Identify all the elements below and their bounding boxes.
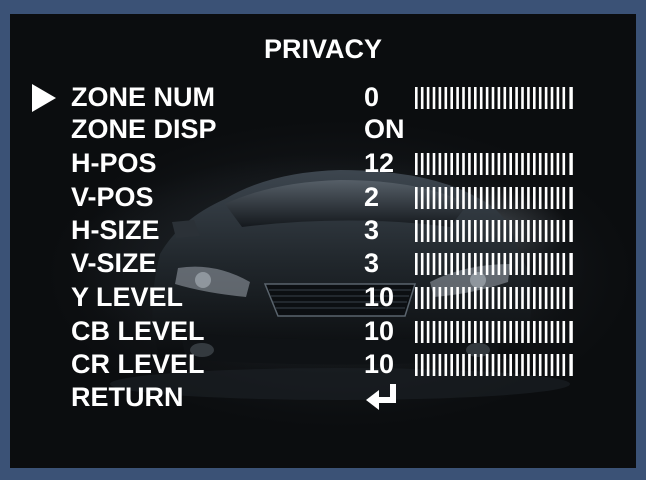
level-bar: [415, 321, 573, 343]
level-bar: [415, 220, 573, 242]
menu-item-value: 10: [364, 282, 395, 312]
menu-item-value: 10: [364, 349, 395, 379]
menu-item-label: H-POS: [71, 148, 157, 178]
menu-title: PRIVACY: [263, 34, 383, 64]
menu-item-label: Y LEVEL: [71, 282, 184, 312]
menu-item-value: 2: [364, 182, 380, 212]
menu-item-zone-disp[interactable]: ZONE DISP ON: [10, 112, 636, 146]
menu-item-label: ZONE DISP: [71, 114, 217, 144]
menu-item-value: 0: [364, 82, 380, 112]
right-triangle-cursor-icon: [32, 84, 56, 112]
menu-item-value: 3: [364, 248, 380, 278]
level-bar: [415, 187, 573, 209]
level-bar: [415, 153, 573, 175]
level-bar: [415, 354, 573, 376]
menu-item-value: ON: [364, 114, 405, 144]
menu-item-return[interactable]: RETURN: [10, 380, 636, 414]
menu-item-label: H-SIZE: [71, 215, 160, 245]
enter-return-icon: [366, 384, 396, 410]
menu-item-v-size[interactable]: V-SIZE 3: [10, 246, 636, 280]
level-bar: [415, 253, 573, 275]
menu-item-cb-level[interactable]: CB LEVEL 10: [10, 314, 636, 348]
menu-item-label: RETURN: [71, 382, 184, 412]
menu-item-value: 3: [364, 215, 380, 245]
menu-item-label: V-POS: [71, 182, 154, 212]
menu-item-label: CR LEVEL: [71, 349, 205, 379]
menu-item-v-pos[interactable]: V-POS 2: [10, 180, 636, 214]
osd-screen: PRIVACY ZONE NUM 0 ZONE DISP ON H-POS 12…: [10, 14, 636, 468]
menu-item-y-level[interactable]: Y LEVEL 10: [10, 280, 636, 314]
menu-item-value: 12: [364, 148, 395, 178]
menu-item-label: CB LEVEL: [71, 316, 205, 346]
level-bar: [415, 87, 573, 109]
menu-item-label: V-SIZE: [71, 248, 157, 278]
menu-item-zone-num[interactable]: ZONE NUM 0: [10, 80, 636, 114]
menu-item-cr-level[interactable]: CR LEVEL 10: [10, 347, 636, 381]
menu-item-label: ZONE NUM: [71, 82, 215, 112]
menu-item-h-size[interactable]: H-SIZE 3: [10, 213, 636, 247]
level-bar: [415, 287, 573, 309]
menu-item-value: 10: [364, 316, 395, 346]
menu-item-h-pos[interactable]: H-POS 12: [10, 146, 636, 180]
